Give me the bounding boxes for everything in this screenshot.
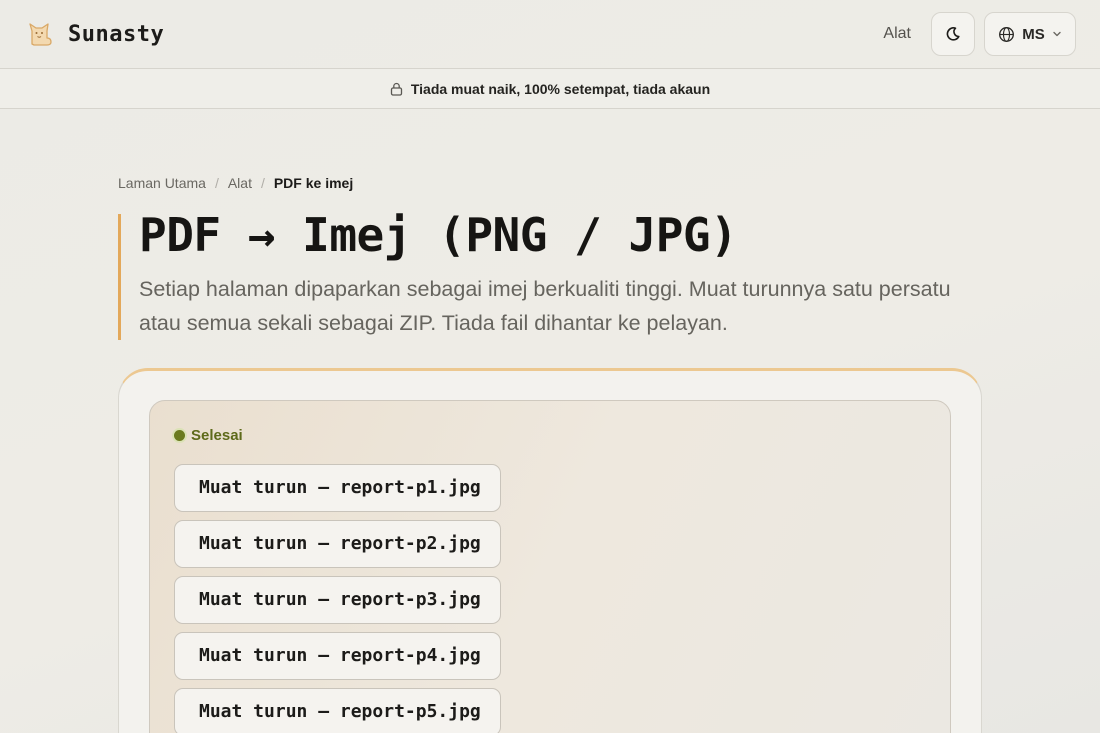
download-button-p5[interactable]: Muat turun — report-p5.jpg: [174, 688, 501, 733]
breadcrumb-tools[interactable]: Alat: [228, 175, 252, 191]
language-label: MS: [1022, 25, 1045, 43]
breadcrumb-separator: /: [214, 175, 219, 191]
tool-card: Selesai Muat turun — report-p1.jpg Muat …: [118, 368, 982, 733]
page-title: PDF → Imej (PNG / JPG): [139, 208, 738, 262]
breadcrumb: Laman Utama / Alat / PDF ke imej: [118, 175, 353, 191]
site-header: Sunasty Alat MS: [0, 0, 1100, 68]
status-dot-icon: [174, 430, 185, 441]
download-button-p2[interactable]: Muat turun — report-p2.jpg: [174, 520, 501, 568]
privacy-banner: Tiada muat naik, 100% setempat, tiada ak…: [0, 68, 1100, 109]
page-subtitle: Setiap halaman dipaparkan sebagai imej b…: [139, 277, 951, 335]
privacy-banner-text: Tiada muat naik, 100% setempat, tiada ak…: [410, 80, 711, 97]
nav-link-tools[interactable]: Alat: [883, 25, 911, 43]
breadcrumb-separator: /: [260, 175, 265, 191]
chevron-down-icon: [1053, 31, 1061, 37]
brand-name[interactable]: Sunasty: [68, 22, 164, 47]
result-panel: Selesai Muat turun — report-p1.jpg Muat …: [149, 400, 951, 733]
status-text: Selesai: [191, 427, 243, 444]
header-nav: Alat MS: [883, 12, 1076, 56]
lock-icon: [390, 82, 402, 96]
status-badge: Selesai: [174, 427, 926, 444]
cat-logo-icon[interactable]: [24, 17, 58, 51]
theme-toggle-button[interactable]: [931, 12, 975, 56]
page-hero: PDF → Imej (PNG / JPG) Setiap halaman di…: [118, 208, 978, 340]
globe-icon: [999, 26, 1015, 42]
breadcrumb-home[interactable]: Laman Utama: [118, 175, 206, 191]
download-button-p4[interactable]: Muat turun — report-p4.jpg: [174, 632, 501, 680]
language-select-button[interactable]: MS: [984, 12, 1076, 56]
download-button-p3[interactable]: Muat turun — report-p3.jpg: [174, 576, 501, 624]
download-button-p1[interactable]: Muat turun — report-p1.jpg: [174, 464, 501, 512]
moon-icon: [946, 27, 960, 41]
breadcrumb-current: PDF ke imej: [273, 175, 354, 191]
